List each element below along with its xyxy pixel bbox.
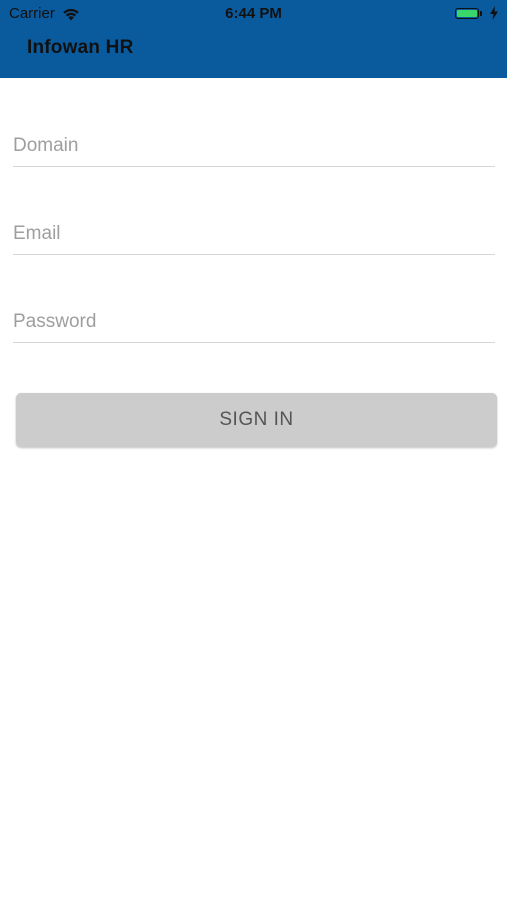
battery-icon — [455, 7, 479, 19]
email-input[interactable] — [13, 223, 495, 245]
app-title: Infowan HR — [27, 37, 134, 58]
charging-bolt-icon — [490, 6, 498, 20]
status-bar: Carrier 6:44 PM — [0, 0, 507, 28]
domain-input[interactable] — [13, 135, 495, 157]
password-field — [13, 255, 495, 343]
password-underline — [13, 342, 495, 343]
app-header: Carrier 6:44 PM Infowan HR — [0, 0, 507, 78]
status-time: 6:44 PM — [225, 5, 282, 22]
sign-in-button[interactable]: SIGN IN — [16, 393, 497, 447]
email-field — [13, 167, 495, 255]
domain-field — [13, 79, 495, 167]
battery-group — [455, 6, 499, 20]
battery-tip — [480, 10, 482, 16]
password-input[interactable] — [13, 311, 495, 333]
login-form — [13, 79, 495, 343]
battery-fill — [457, 9, 477, 17]
